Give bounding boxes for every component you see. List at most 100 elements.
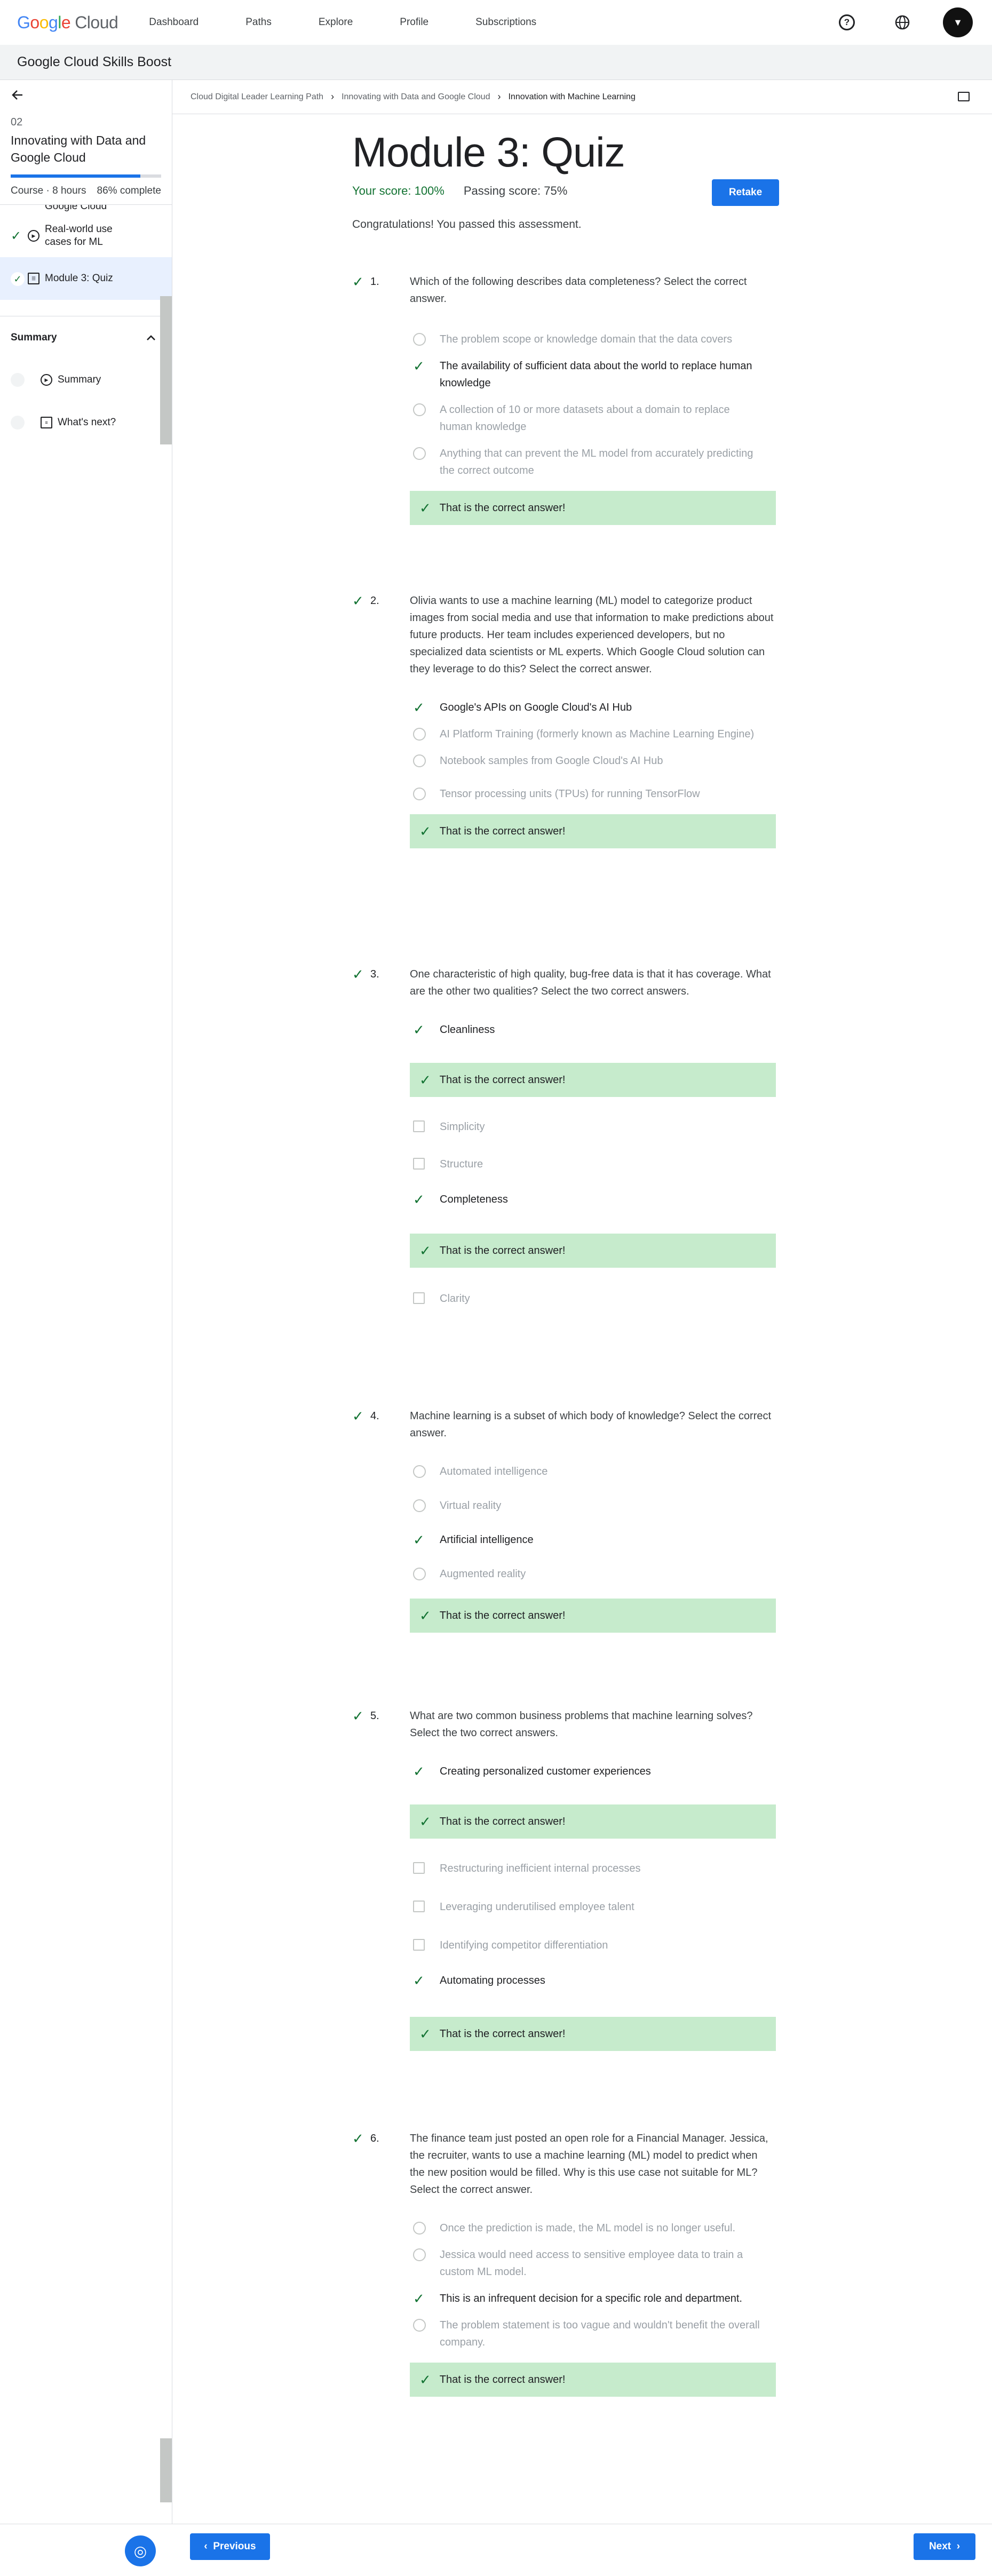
question-number: 3. — [370, 968, 379, 980]
question-text: Machine learning is a subset of which bo… — [410, 1410, 772, 1439]
check-icon: ✓ — [352, 1408, 364, 1424]
course-number: 02 — [11, 116, 23, 128]
check-icon: ✓ — [352, 2130, 364, 2146]
chevron-up-icon — [147, 335, 155, 340]
option-radio[interactable]: Automated intelligence — [410, 1463, 779, 1480]
option-checkbox-selected[interactable]: ✓ Creating personalized customer experien… — [410, 1763, 779, 1780]
option-radio[interactable]: A collection of 10 or more datasets abou… — [410, 401, 779, 435]
check-icon: ✓ — [419, 1243, 431, 1259]
check-icon: ✓ — [413, 2291, 425, 2307]
feedback-correct: ✓ That is the correct answer! — [410, 1804, 776, 1839]
nav-link-profile[interactable]: Profile — [400, 17, 428, 28]
option-radio-selected[interactable]: ✓ Artificial intelligence — [410, 1531, 779, 1548]
option-radio-selected[interactable]: ✓ The availability of sufficient data abo… — [410, 357, 779, 392]
radio-icon — [413, 2222, 426, 2235]
check-icon: ✓ — [11, 228, 22, 243]
sidebar-scroll-area[interactable]: Google Cloud ✓ ▶ Real-world use cases fo… — [0, 205, 172, 440]
feedback-correct: ✓ That is the correct answer! — [410, 1063, 776, 1097]
check-circle-icon: ✓ — [11, 271, 28, 287]
breadcrumb-item[interactable]: Innovating with Data and Google Cloud — [342, 92, 490, 102]
course-sidebar: 02 Innovating with Data and Google Cloud… — [0, 80, 172, 2576]
assistant-fab-icon[interactable]: ◎ — [125, 2535, 156, 2566]
chat-icon[interactable] — [958, 92, 970, 101]
radio-icon — [413, 1465, 426, 1478]
chevron-right-icon: › — [951, 2541, 961, 2552]
option-radio[interactable]: Anything that can prevent the ML model f… — [410, 445, 779, 479]
help-icon[interactable]: ? — [832, 7, 862, 37]
option-radio[interactable]: Notebook samples from Google Cloud's AI … — [410, 752, 779, 769]
option-radio[interactable]: Once the prediction is made, the ML mode… — [410, 2220, 779, 2237]
sidebar-item-google-cloud[interactable]: Google Cloud — [0, 205, 172, 214]
radio-icon — [413, 788, 426, 800]
nav-link-explore[interactable]: Explore — [319, 17, 353, 28]
feedback-correct: ✓ That is the correct answer! — [410, 814, 776, 848]
passing-score: Passing score: 75% — [463, 184, 568, 197]
nav-link-subscriptions[interactable]: Subscriptions — [475, 17, 536, 28]
check-icon: ✓ — [352, 274, 364, 290]
option-checkbox-selected[interactable]: ✓ Cleanliness — [410, 1021, 779, 1038]
option-radio-selected[interactable]: ✓ Google's APIs on Google Cloud's AI Hub — [410, 699, 779, 716]
check-icon: ✓ — [352, 1708, 364, 1724]
skills-boost-bar: Google Cloud Skills Boost — [0, 45, 992, 80]
option-checkbox-selected[interactable]: ✓ Completeness — [410, 1191, 779, 1208]
question-number: 5. — [370, 1710, 379, 1722]
check-icon: ✓ — [419, 2372, 431, 2388]
retake-button[interactable]: Retake — [712, 179, 779, 206]
quiz-icon: ☰ — [28, 273, 39, 284]
feedback-correct: ✓ That is the correct answer! — [410, 1599, 776, 1633]
option-radio[interactable]: AI Platform Training (formerly known as … — [410, 726, 779, 743]
previous-button[interactable]: ‹ Previous — [190, 2533, 270, 2560]
feedback-correct: ✓ That is the correct answer! — [410, 2363, 776, 2397]
skills-boost-title[interactable]: Google Cloud Skills Boost — [17, 54, 171, 70]
option-radio[interactable]: Tensor processing units (TPUs) for runni… — [410, 785, 779, 802]
course-type-duration: Course · 8 hours — [11, 185, 86, 196]
sidebar-scrollbar-lower[interactable] — [160, 2438, 172, 2502]
option-radio[interactable]: The problem statement is too vague and w… — [410, 2317, 779, 2351]
sidebar-item-label: Google Cloud — [45, 205, 107, 212]
option-checkbox-selected[interactable]: ✓ Automating processes — [410, 1972, 779, 1989]
option-checkbox[interactable]: Simplicity — [410, 1118, 779, 1135]
play-circle-icon: ▶ — [28, 230, 39, 242]
next-button[interactable]: Next › — [914, 2533, 975, 2560]
option-radio-selected[interactable]: ✓ This is an infrequent decision for a sp… — [410, 2290, 779, 2307]
back-button[interactable] — [0, 80, 172, 110]
sidebar-item-real-world-ml[interactable]: ✓ ▶ Real-world use cases for ML — [0, 214, 172, 257]
nav-link-dashboard[interactable]: Dashboard — [149, 17, 199, 28]
option-radio[interactable]: Virtual reality — [410, 1497, 779, 1514]
sidebar-item-whats-next[interactable]: ≡ What's next? — [0, 401, 172, 440]
option-radio[interactable]: Augmented reality — [410, 1565, 779, 1583]
option-radio[interactable]: The problem scope or knowledge domain th… — [410, 331, 779, 348]
option-radio[interactable]: Jessica would need access to sensitive e… — [410, 2246, 779, 2280]
feedback-correct: ✓ That is the correct answer! — [410, 491, 776, 525]
section-title: Summary — [11, 331, 57, 343]
check-icon: ✓ — [413, 1532, 425, 1548]
breadcrumb: Cloud Digital Leader Learning Path › Inn… — [172, 80, 992, 114]
checkbox-icon — [413, 1939, 425, 1951]
globe-icon[interactable] — [887, 7, 917, 37]
check-icon: ✓ — [413, 699, 425, 715]
question-3: ✓ 3. One characteristic of high quality, … — [352, 966, 779, 1307]
your-score: Your score: 100% — [352, 184, 445, 197]
breadcrumb-item[interactable]: Cloud Digital Leader Learning Path — [191, 92, 323, 102]
option-checkbox[interactable]: Clarity — [410, 1290, 779, 1307]
course-title: Innovating with Data and Google Cloud — [11, 133, 146, 164]
sidebar-scrollbar[interactable] — [160, 296, 172, 444]
google-cloud-logo[interactable]: Google Cloud — [17, 13, 118, 33]
sidebar-item-label: What's next? — [58, 417, 116, 428]
incomplete-circle-icon — [11, 373, 25, 387]
sidebar-section-summary[interactable]: Summary — [0, 316, 172, 359]
option-checkbox[interactable]: Leveraging underutilised employee talent — [410, 1898, 779, 1915]
nav-link-paths[interactable]: Paths — [245, 17, 272, 28]
radio-icon — [413, 1499, 426, 1512]
radio-icon — [413, 403, 426, 416]
option-checkbox[interactable]: Identifying competitor differentiation — [410, 1937, 779, 1954]
option-checkbox[interactable]: Restructuring inefficient internal proce… — [410, 1860, 779, 1877]
checkbox-icon — [413, 1292, 425, 1304]
sidebar-item-summary[interactable]: ▶ Summary — [0, 359, 172, 401]
avatar[interactable]: ▼ — [943, 7, 973, 37]
check-icon: ✓ — [419, 500, 431, 516]
feedback-correct: ✓ That is the correct answer! — [410, 1234, 776, 1268]
option-checkbox[interactable]: Structure — [410, 1156, 779, 1173]
sidebar-item-module-3-quiz[interactable]: ✓ ☰ Module 3: Quiz — [0, 257, 172, 300]
radio-icon — [413, 728, 426, 741]
